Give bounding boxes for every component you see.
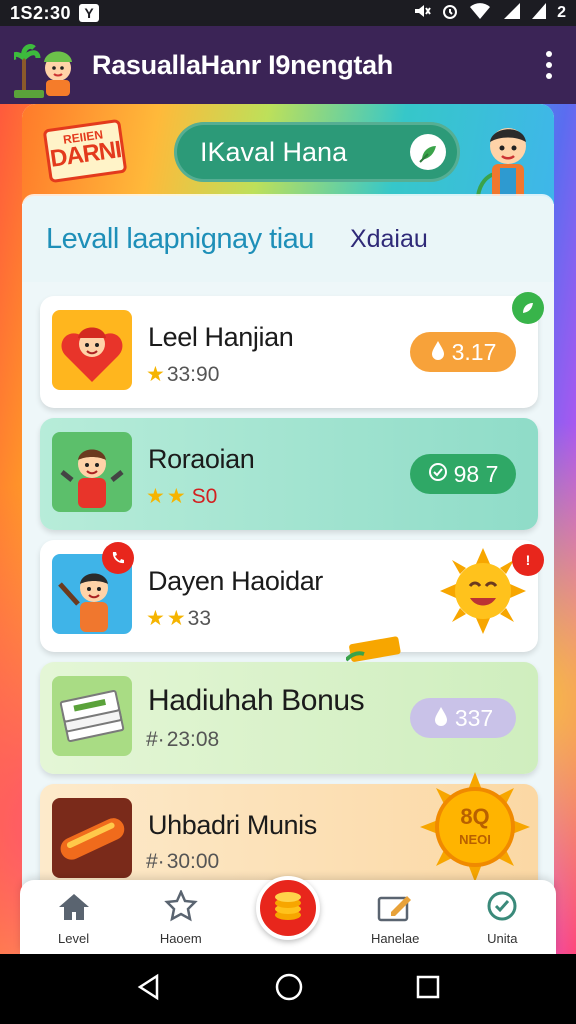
- item-meta: #· 23:08: [146, 728, 219, 752]
- item-title: Hadiuhah Bonus: [148, 684, 365, 717]
- candy-icon: [52, 798, 132, 878]
- system-nav-bar: [0, 954, 576, 1024]
- status-icons: 2: [413, 2, 566, 25]
- item-meta: ★ 33:90: [146, 362, 219, 387]
- palm-tree-kid-icon: [11, 30, 84, 100]
- puzzle-star-icon: [164, 888, 198, 927]
- item-pill[interactable]: 98 7: [410, 454, 516, 494]
- home-circle-icon[interactable]: [274, 972, 304, 1007]
- more-vert-icon[interactable]: [536, 45, 562, 85]
- star-icon: ★: [166, 607, 186, 630]
- list-item-1[interactable]: Leel Hanjian ★ 33:90 3.17: [40, 292, 544, 408]
- hash-icon: #·: [146, 728, 165, 751]
- coins-icon: [271, 889, 305, 928]
- list-item-3[interactable]: Dayen Haoidar ★ ★ 33 !: [40, 540, 544, 662]
- bottom-nav: Level Haoem Hanelae Unita: [20, 876, 556, 954]
- kid-mascot-icon: [474, 116, 538, 200]
- star-icon: ★: [146, 607, 165, 630]
- ticket-icon: [344, 636, 406, 664]
- item-title: Dayen Haoidar: [148, 566, 323, 596]
- app-title: RasuallaHanr I9nengtah: [92, 49, 393, 80]
- banner: REIIEN DARNI IKaval Hana: [22, 104, 554, 204]
- level-title: Levall laapnignay tiau: [46, 222, 314, 255]
- star-icon: ★: [166, 485, 186, 508]
- star-icon: ★: [146, 363, 165, 386]
- leaf-icon: [410, 134, 446, 170]
- item-pill[interactable]: 3.17: [410, 332, 516, 372]
- item-meta: ★ ★ S0: [146, 484, 217, 509]
- item-meta: #· 30:00: [146, 850, 219, 874]
- cash-stack-icon: [52, 676, 132, 756]
- hash-icon: #·: [146, 850, 165, 873]
- leaf-badge-icon: [512, 292, 544, 324]
- item-title: Leel Hanjian: [148, 322, 294, 352]
- item-title: Roraoian: [148, 444, 255, 474]
- coins-button[interactable]: [256, 876, 320, 940]
- item-meta-value: 33:90: [166, 362, 220, 386]
- back-icon[interactable]: [135, 973, 163, 1006]
- nav-haoem[interactable]: Haoem: [136, 888, 226, 946]
- item-meta-value: 23:08: [166, 728, 220, 751]
- item-pill-value: 3.17: [451, 338, 497, 365]
- nav-level[interactable]: Level: [29, 892, 119, 946]
- edit-card-icon: [377, 892, 413, 927]
- level-subtitle[interactable]: Xdaiau: [350, 225, 428, 254]
- nav-label: Unita: [487, 931, 518, 946]
- compass-check-icon: [486, 890, 518, 927]
- home-icon: [57, 892, 91, 927]
- item-pill-value: 337: [454, 704, 494, 731]
- item-meta-value: 33: [187, 606, 212, 630]
- nav-hanelae[interactable]: Hanelae: [350, 892, 440, 946]
- item-pill-value: 98 7: [453, 460, 499, 487]
- app-bar: RasuallaHanr I9nengtah: [0, 26, 576, 104]
- alarm-icon: [441, 2, 459, 25]
- recents-icon[interactable]: [415, 974, 441, 1005]
- item-title: Uhbadri Munis: [148, 810, 317, 840]
- signal-icon-2: [531, 2, 547, 25]
- signal-icon: [501, 2, 521, 25]
- status-bar: 1S2:30 Y 2: [0, 0, 576, 26]
- brand-badge: REIIEN DARNI: [42, 118, 128, 184]
- nav-unita[interactable]: Unita: [457, 890, 547, 946]
- gold-medal-icon: 8Q NEOI: [418, 770, 532, 884]
- item-pill[interactable]: 337: [410, 698, 516, 738]
- battery-text: 2: [557, 4, 566, 21]
- drop-icon: [433, 705, 449, 732]
- phone-badge-icon: [102, 542, 134, 574]
- medal-text-1: 8Q: [460, 804, 490, 829]
- wifi-icon: [469, 2, 491, 25]
- status-time: 1S2:30: [10, 2, 72, 23]
- nav-label: Haoem: [159, 931, 202, 946]
- kid-tools-icon: [52, 432, 132, 512]
- notification-icon: Y: [79, 4, 100, 22]
- item-meta-value: S0: [191, 484, 218, 508]
- item-meta: ★ ★ 33: [146, 606, 211, 631]
- medal-text-2: NEOI: [459, 832, 491, 847]
- mute-icon: [413, 2, 431, 25]
- main-panel: REIIEN DARNI IKaval Hana Levall laapnign…: [22, 104, 554, 954]
- banner-pill[interactable]: IKaval Hana: [174, 122, 460, 182]
- item-meta-value: 30:00: [166, 850, 220, 873]
- main-content: REIIEN DARNI IKaval Hana Levall laapnign…: [0, 104, 576, 954]
- alert-badge-icon: !: [512, 544, 544, 576]
- level-header: Levall laapnignay tiau Xdaiau: [22, 196, 554, 282]
- list-item-4[interactable]: Hadiuhah Bonus #· 23:08 337: [40, 662, 538, 774]
- heart-kid-icon: [52, 310, 132, 390]
- check-circle-icon: [428, 461, 448, 488]
- nav-label: Level: [58, 931, 90, 946]
- star-icon: ★: [146, 485, 165, 508]
- list-item-2[interactable]: Roraoian ★ ★ S0 98 7: [40, 418, 538, 530]
- nav-label: Hanelae: [370, 931, 420, 946]
- drop-icon: [430, 339, 446, 366]
- banner-pill-text: IKaval Hana: [200, 136, 348, 167]
